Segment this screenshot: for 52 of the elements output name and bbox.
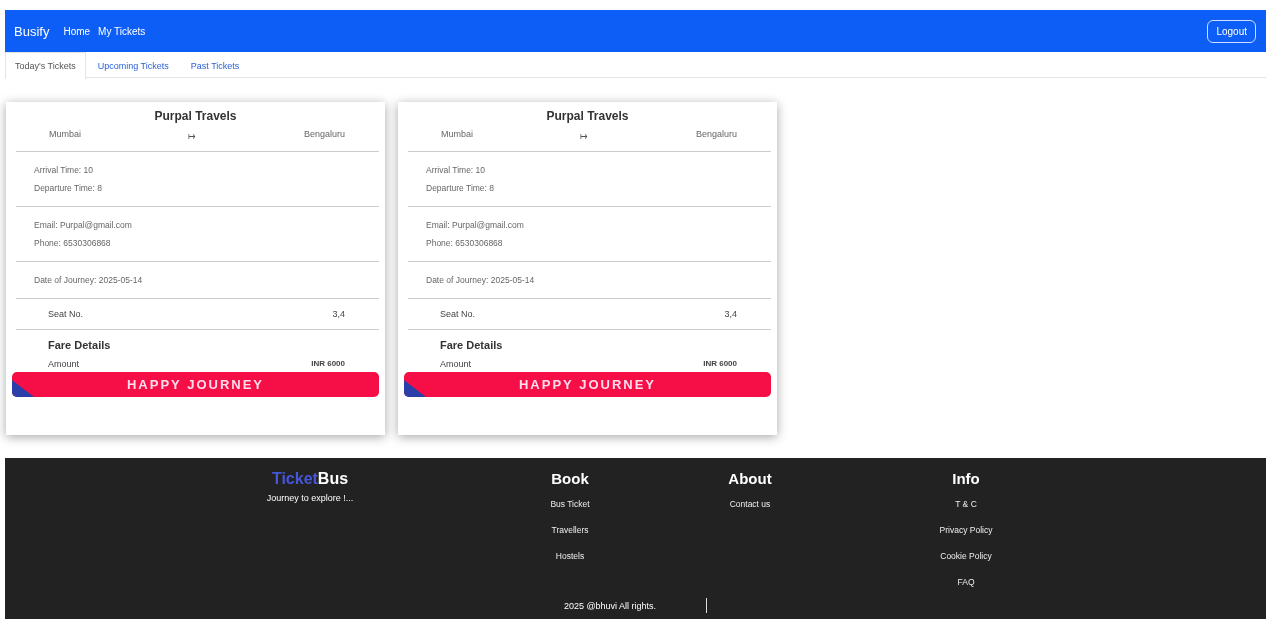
amount-label: Amount [48,359,80,369]
email-text: Email: Purpal@gmail.com [426,219,525,232]
amount-value: INR 6000 [311,359,345,369]
journey-banner: HAPPY JOURNEY [12,372,379,397]
footer-link[interactable]: Bus Ticket [550,491,590,517]
destination-city: Bengaluru [303,129,345,139]
footer-link[interactable]: Privacy Policy [939,517,993,543]
journey-date: Date of Journey: 2025-05-14 [34,274,144,287]
origin-city: Mumbai [441,129,473,139]
arrival-time: Arrival Time: 10 [34,164,95,177]
seat-number: 3,4 [332,309,345,319]
journey-date: Date of Journey: 2025-05-14 [426,274,536,287]
footer-link[interactable]: Contact us [729,491,771,517]
amount-value: INR 6000 [703,359,737,369]
seat-number: 3,4 [724,309,737,319]
brand-logo[interactable]: Busify [14,23,50,39]
footer-link[interactable]: T & C [955,491,977,517]
tab[interactable]: Upcoming Tickets [87,52,179,78]
footer-heading: About [728,470,772,487]
footer-logo-second: Bus [317,470,349,488]
destination-city: Bengaluru [695,129,737,139]
footer-link[interactable]: FAQ [957,569,975,595]
seat-label: Seat No. [48,309,84,319]
tagline: Journey to explore !... [266,493,354,503]
departure-time: Departure Time: 8 [426,182,496,195]
footer-logo-first: Ticket [271,470,318,488]
footer-heading: Info [952,470,980,487]
copyright-text: 2025 @bhuvi All rights. [563,600,657,611]
phone-text: Phone: 6530306868 [34,237,112,250]
origin-city: Mumbai [49,129,81,139]
tab[interactable]: Today's Tickets [5,52,86,79]
phone-text: Phone: 6530306868 [426,237,504,250]
email-text: Email: Purpal@gmail.com [34,219,133,232]
departure-time: Departure Time: 8 [34,182,104,195]
arrival-time: Arrival Time: 10 [426,164,487,177]
operator-name: Purpal Travels [153,109,238,123]
footer-link[interactable]: Hostels [555,543,585,569]
footer-heading: Book [551,470,589,487]
journey-banner: HAPPY JOURNEY [404,372,771,397]
amount-label: Amount [440,359,472,369]
operator-name: Purpal Travels [545,109,630,123]
fare-heading: Fare Details [47,338,112,351]
nav-link[interactable]: Home [63,25,91,37]
footer-link[interactable]: Travellers [551,517,589,543]
seat-label: Seat No. [440,309,476,319]
nav-link[interactable]: My Tickets [98,25,146,37]
arrow-icon: ↦ [188,131,197,141]
tab[interactable]: Past Tickets [180,52,250,78]
logout-button[interactable]: Logout [1207,19,1256,43]
fare-heading: Fare Details [439,338,504,351]
arrow-icon: ↦ [580,131,589,141]
footer-link[interactable]: Cookie Policy [940,543,992,569]
